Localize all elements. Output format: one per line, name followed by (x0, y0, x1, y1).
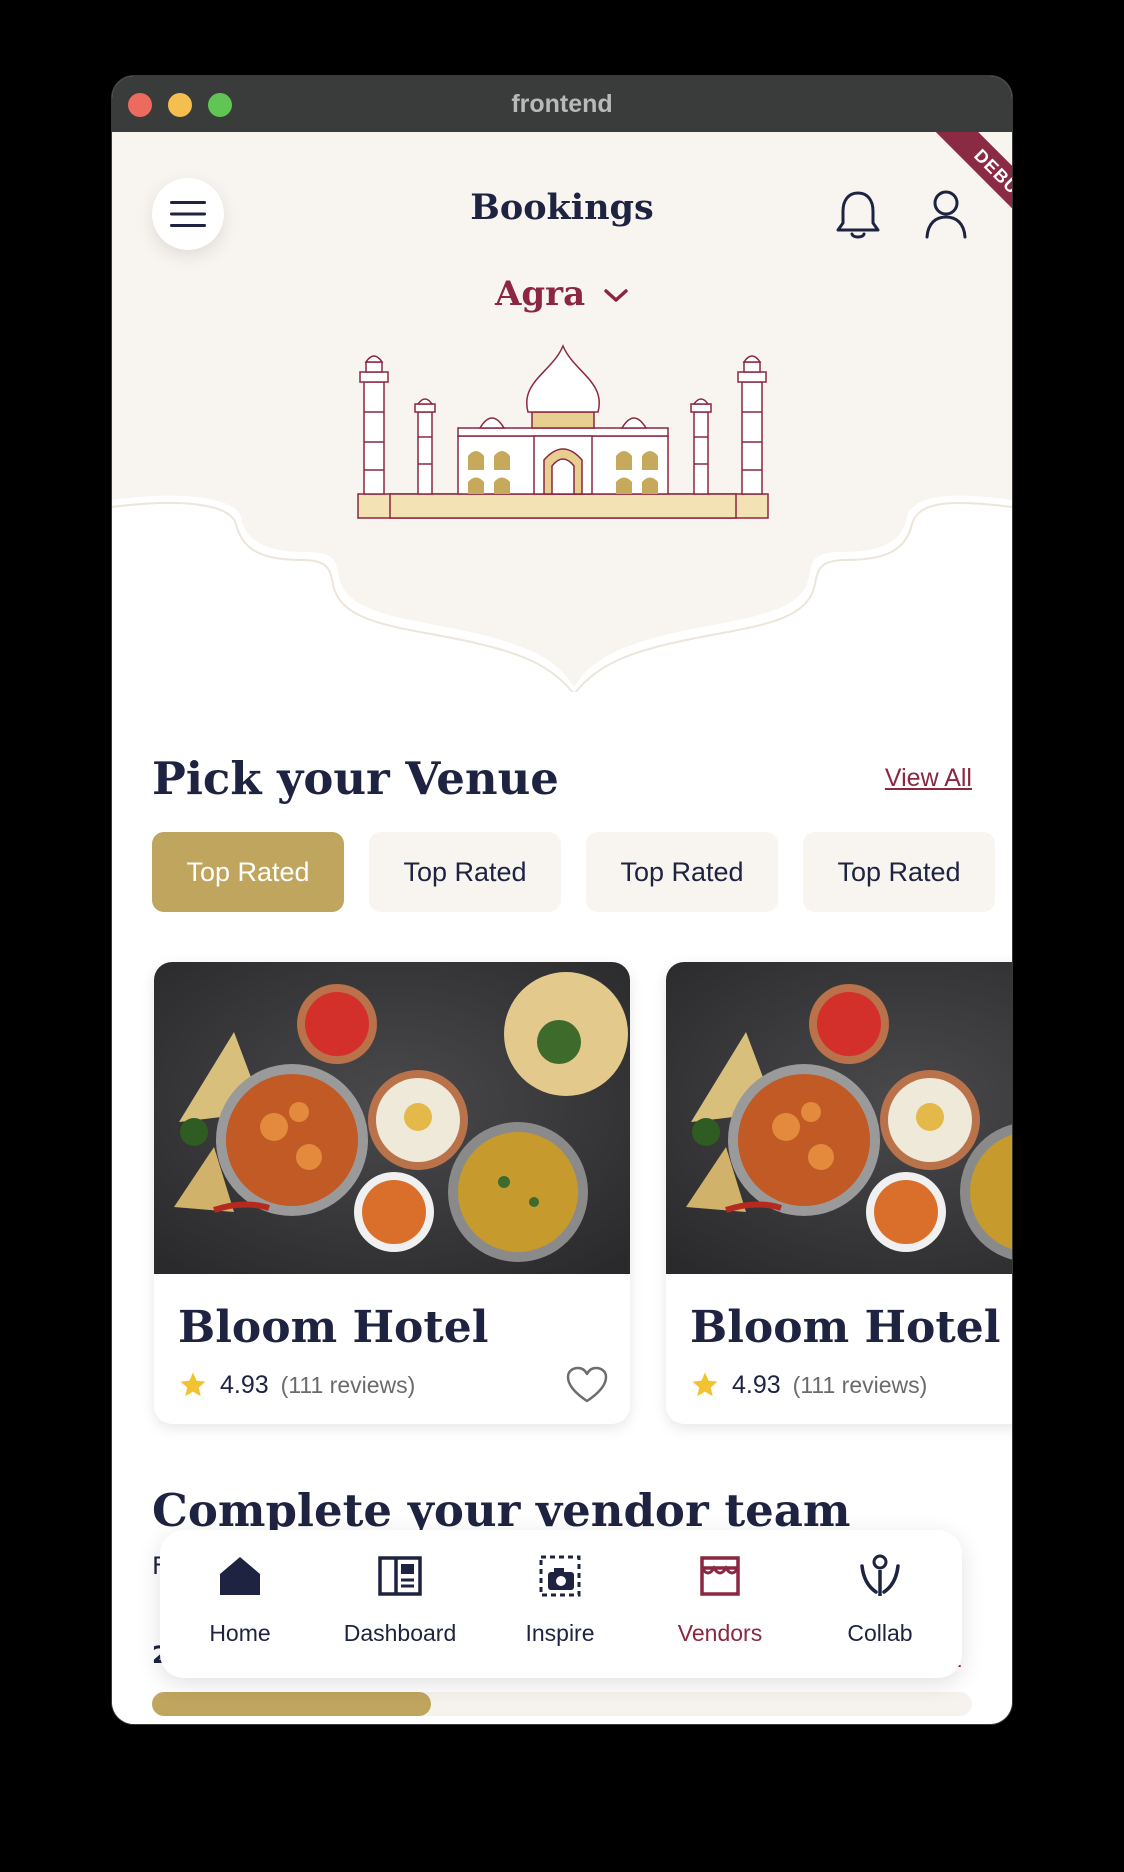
star-icon (180, 1372, 206, 1397)
store-icon (700, 1556, 740, 1596)
review-count: (111 reviews) (280, 1371, 416, 1398)
venue-name: Bloom Hotel (690, 1302, 1001, 1353)
app-window: frontend Bookings DEBUG Agra Pick your V… (112, 76, 1012, 1724)
profile-icon[interactable] (924, 189, 968, 239)
app-content: Bookings DEBUG Agra Pick your Venue View… (112, 132, 1012, 1724)
window-titlebar: frontend (112, 76, 1012, 133)
venue-rating: 4.93 (111 reviews) (690, 1368, 927, 1402)
review-count: (111 reviews) (792, 1371, 928, 1398)
collab-icon (860, 1554, 900, 1596)
page-title: Bookings (470, 187, 654, 228)
venue-section-title: Pick your Venue (152, 752, 559, 805)
nav-item-home[interactable]: Home (160, 1530, 320, 1678)
inspire-icon (539, 1555, 581, 1597)
home-icon (220, 1557, 260, 1595)
nav-item-inspire[interactable]: Inspire (480, 1530, 640, 1678)
venue-food-photo (666, 962, 1012, 1274)
venue-filter-chips: Top Rated Top Rated Top Rated Top Rated (152, 832, 1012, 912)
favorite-heart-icon[interactable] (566, 1366, 608, 1404)
dashboard-icon (378, 1556, 422, 1596)
rating-value: 4.93 (220, 1370, 269, 1399)
venue-name: Bloom Hotel (178, 1302, 489, 1353)
nav-item-dashboard[interactable]: Dashboard (320, 1530, 480, 1678)
filter-chip-4[interactable]: Top Rated (803, 832, 995, 912)
nav-label: Inspire (525, 1620, 595, 1646)
taj-mahal-illustration (357, 344, 769, 519)
menu-button[interactable] (152, 178, 224, 250)
hamburger-icon (170, 201, 206, 227)
venue-rating: 4.93 (111 reviews) (178, 1368, 415, 1402)
star-icon (692, 1372, 718, 1397)
view-all-venues-link[interactable]: View All (885, 764, 972, 793)
venue-food-photo (154, 962, 630, 1274)
nav-label: Home (209, 1620, 271, 1646)
bottom-navigation: Home Dashboard Inspire Vendors Collab (160, 1530, 962, 1678)
filter-chip-2[interactable]: Top Rated (369, 832, 561, 912)
notification-bell-icon[interactable] (834, 189, 882, 241)
rating-value: 4.93 (732, 1370, 781, 1399)
city-selector[interactable]: Agra (412, 274, 712, 314)
nav-item-collab[interactable]: Collab (800, 1530, 960, 1678)
nav-label: Vendors (677, 1620, 763, 1646)
chevron-down-icon (604, 289, 628, 302)
nav-item-vendors[interactable]: Vendors (640, 1530, 800, 1678)
filter-chip-1[interactable]: Top Rated (152, 832, 344, 912)
venue-card[interactable]: Bloom Hotel 4.93 (111 reviews) (666, 962, 1012, 1424)
window-title: frontend (511, 90, 613, 118)
vendor-scroll-thumb[interactable] (152, 1692, 431, 1716)
nav-label: Collab (847, 1620, 913, 1646)
filter-chip-3[interactable]: Top Rated (586, 832, 778, 912)
city-name: Agra (495, 274, 586, 314)
nav-label: Dashboard (343, 1620, 457, 1646)
vendor-scroll-track[interactable] (152, 1692, 972, 1716)
venue-card[interactable]: Bloom Hotel 4.93 (111 reviews) (154, 962, 630, 1424)
